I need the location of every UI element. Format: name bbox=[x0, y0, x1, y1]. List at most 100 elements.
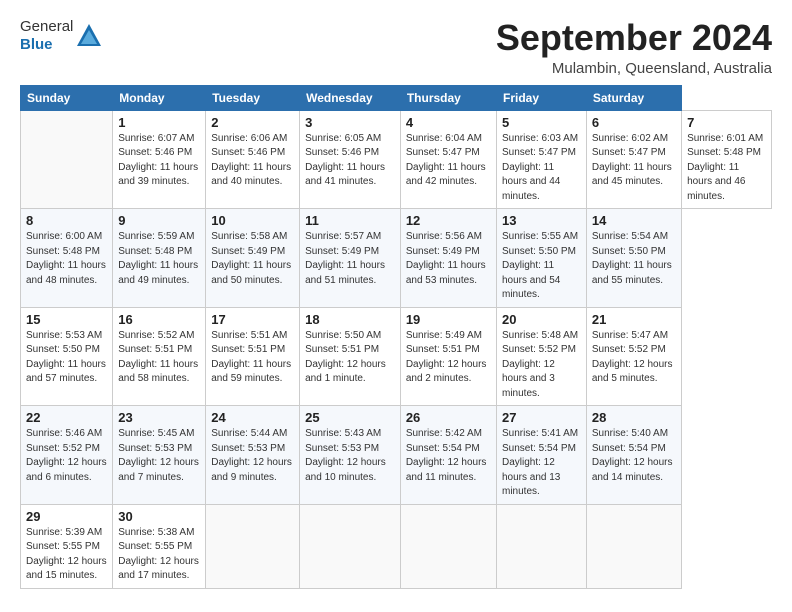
table-row: 26 Sunrise: 5:42 AMSunset: 5:54 PMDaylig… bbox=[400, 406, 496, 505]
logo-general: General bbox=[20, 18, 73, 36]
day-info: Sunrise: 6:02 AMSunset: 5:47 PMDaylight:… bbox=[592, 133, 672, 188]
day-number: 8 bbox=[26, 213, 107, 228]
table-row: 6 Sunrise: 6:02 AMSunset: 5:47 PMDayligh… bbox=[586, 110, 681, 209]
day-number: 28 bbox=[592, 410, 676, 425]
table-row: 16 Sunrise: 5:52 AMSunset: 5:51 PMDaylig… bbox=[113, 307, 206, 406]
table-row: 2 Sunrise: 6:06 AMSunset: 5:46 PMDayligh… bbox=[206, 110, 300, 209]
calendar-week-2: 15 Sunrise: 5:53 AMSunset: 5:50 PMDaylig… bbox=[21, 307, 772, 406]
table-row: 15 Sunrise: 5:53 AMSunset: 5:50 PMDaylig… bbox=[21, 307, 113, 406]
table-row: 11 Sunrise: 5:57 AMSunset: 5:49 PMDaylig… bbox=[300, 209, 401, 308]
col-monday: Monday bbox=[113, 85, 206, 110]
table-row: 8 Sunrise: 6:00 AMSunset: 5:48 PMDayligh… bbox=[21, 209, 113, 308]
header: General Blue September 2024 Mulambin, Qu… bbox=[20, 18, 772, 77]
table-row: 13 Sunrise: 5:55 AMSunset: 5:50 PMDaylig… bbox=[496, 209, 586, 308]
table-row bbox=[400, 504, 496, 588]
col-friday: Friday bbox=[496, 85, 586, 110]
day-info: Sunrise: 5:48 AMSunset: 5:52 PMDaylight:… bbox=[502, 330, 578, 399]
header-row: Sunday Monday Tuesday Wednesday Thursday… bbox=[21, 85, 772, 110]
table-row: 1 Sunrise: 6:07 AMSunset: 5:46 PMDayligh… bbox=[113, 110, 206, 209]
calendar-week-3: 22 Sunrise: 5:46 AMSunset: 5:52 PMDaylig… bbox=[21, 406, 772, 505]
day-number: 7 bbox=[687, 115, 766, 130]
table-row: 27 Sunrise: 5:41 AMSunset: 5:54 PMDaylig… bbox=[496, 406, 586, 505]
table-row: 24 Sunrise: 5:44 AMSunset: 5:53 PMDaylig… bbox=[206, 406, 300, 505]
day-info: Sunrise: 5:56 AMSunset: 5:49 PMDaylight:… bbox=[406, 231, 486, 286]
table-row: 29 Sunrise: 5:39 AMSunset: 5:55 PMDaylig… bbox=[21, 504, 113, 588]
day-info: Sunrise: 5:42 AMSunset: 5:54 PMDaylight:… bbox=[406, 428, 487, 483]
day-number: 24 bbox=[211, 410, 294, 425]
day-info: Sunrise: 5:58 AMSunset: 5:49 PMDaylight:… bbox=[211, 231, 291, 286]
table-row: 25 Sunrise: 5:43 AMSunset: 5:53 PMDaylig… bbox=[300, 406, 401, 505]
day-number: 16 bbox=[118, 312, 200, 327]
day-number: 11 bbox=[305, 213, 395, 228]
table-row: 12 Sunrise: 5:56 AMSunset: 5:49 PMDaylig… bbox=[400, 209, 496, 308]
calendar-table: Sunday Monday Tuesday Wednesday Thursday… bbox=[20, 85, 772, 589]
calendar-week-4: 29 Sunrise: 5:39 AMSunset: 5:55 PMDaylig… bbox=[21, 504, 772, 588]
table-row: 3 Sunrise: 6:05 AMSunset: 5:46 PMDayligh… bbox=[300, 110, 401, 209]
calendar-week-1: 8 Sunrise: 6:00 AMSunset: 5:48 PMDayligh… bbox=[21, 209, 772, 308]
day-info: Sunrise: 5:59 AMSunset: 5:48 PMDaylight:… bbox=[118, 231, 198, 286]
table-row: 30 Sunrise: 5:38 AMSunset: 5:55 PMDaylig… bbox=[113, 504, 206, 588]
table-row: 10 Sunrise: 5:58 AMSunset: 5:49 PMDaylig… bbox=[206, 209, 300, 308]
day-number: 19 bbox=[406, 312, 491, 327]
day-number: 27 bbox=[502, 410, 581, 425]
day-number: 5 bbox=[502, 115, 581, 130]
calendar-page: General Blue September 2024 Mulambin, Qu… bbox=[0, 0, 792, 612]
table-row: 18 Sunrise: 5:50 AMSunset: 5:51 PMDaylig… bbox=[300, 307, 401, 406]
day-info: Sunrise: 5:53 AMSunset: 5:50 PMDaylight:… bbox=[26, 330, 106, 385]
day-number: 6 bbox=[592, 115, 676, 130]
table-row: 22 Sunrise: 5:46 AMSunset: 5:52 PMDaylig… bbox=[21, 406, 113, 505]
day-info: Sunrise: 5:54 AMSunset: 5:50 PMDaylight:… bbox=[592, 231, 672, 286]
table-row: 9 Sunrise: 5:59 AMSunset: 5:48 PMDayligh… bbox=[113, 209, 206, 308]
subtitle: Mulambin, Queensland, Australia bbox=[496, 60, 772, 77]
day-number: 13 bbox=[502, 213, 581, 228]
table-row: 21 Sunrise: 5:47 AMSunset: 5:52 PMDaylig… bbox=[586, 307, 681, 406]
table-row bbox=[300, 504, 401, 588]
table-row bbox=[21, 110, 113, 209]
day-info: Sunrise: 5:41 AMSunset: 5:54 PMDaylight:… bbox=[502, 428, 578, 497]
calendar-body: 1 Sunrise: 6:07 AMSunset: 5:46 PMDayligh… bbox=[21, 110, 772, 588]
day-info: Sunrise: 6:01 AMSunset: 5:48 PMDaylight:… bbox=[687, 133, 763, 202]
table-row: 20 Sunrise: 5:48 AMSunset: 5:52 PMDaylig… bbox=[496, 307, 586, 406]
table-row bbox=[586, 504, 681, 588]
day-info: Sunrise: 6:04 AMSunset: 5:47 PMDaylight:… bbox=[406, 133, 486, 188]
col-thursday: Thursday bbox=[400, 85, 496, 110]
day-info: Sunrise: 5:52 AMSunset: 5:51 PMDaylight:… bbox=[118, 330, 198, 385]
col-wednesday: Wednesday bbox=[300, 85, 401, 110]
col-saturday: Saturday bbox=[586, 85, 681, 110]
day-number: 30 bbox=[118, 509, 200, 524]
table-row: 28 Sunrise: 5:40 AMSunset: 5:54 PMDaylig… bbox=[586, 406, 681, 505]
col-sunday: Sunday bbox=[21, 85, 113, 110]
day-number: 29 bbox=[26, 509, 107, 524]
day-number: 18 bbox=[305, 312, 395, 327]
day-info: Sunrise: 5:57 AMSunset: 5:49 PMDaylight:… bbox=[305, 231, 385, 286]
day-number: 10 bbox=[211, 213, 294, 228]
day-info: Sunrise: 5:46 AMSunset: 5:52 PMDaylight:… bbox=[26, 428, 107, 483]
table-row: 4 Sunrise: 6:04 AMSunset: 5:47 PMDayligh… bbox=[400, 110, 496, 209]
day-info: Sunrise: 5:47 AMSunset: 5:52 PMDaylight:… bbox=[592, 330, 673, 385]
table-row: 14 Sunrise: 5:54 AMSunset: 5:50 PMDaylig… bbox=[586, 209, 681, 308]
table-row: 5 Sunrise: 6:03 AMSunset: 5:47 PMDayligh… bbox=[496, 110, 586, 209]
day-number: 14 bbox=[592, 213, 676, 228]
day-info: Sunrise: 6:07 AMSunset: 5:46 PMDaylight:… bbox=[118, 133, 198, 188]
logo-blue: Blue bbox=[20, 36, 73, 54]
day-number: 15 bbox=[26, 312, 107, 327]
day-number: 9 bbox=[118, 213, 200, 228]
logo-text: General Blue bbox=[20, 18, 73, 54]
logo: General Blue bbox=[20, 18, 103, 54]
day-number: 2 bbox=[211, 115, 294, 130]
logo-icon bbox=[75, 22, 103, 50]
day-info: Sunrise: 6:05 AMSunset: 5:46 PMDaylight:… bbox=[305, 133, 385, 188]
day-info: Sunrise: 5:55 AMSunset: 5:50 PMDaylight:… bbox=[502, 231, 578, 300]
day-number: 1 bbox=[118, 115, 200, 130]
day-info: Sunrise: 6:00 AMSunset: 5:48 PMDaylight:… bbox=[26, 231, 106, 286]
day-number: 26 bbox=[406, 410, 491, 425]
day-info: Sunrise: 5:38 AMSunset: 5:55 PMDaylight:… bbox=[118, 527, 199, 582]
day-info: Sunrise: 5:39 AMSunset: 5:55 PMDaylight:… bbox=[26, 527, 107, 582]
col-tuesday: Tuesday bbox=[206, 85, 300, 110]
title-block: September 2024 Mulambin, Queensland, Aus… bbox=[496, 18, 772, 77]
day-number: 22 bbox=[26, 410, 107, 425]
table-row: 17 Sunrise: 5:51 AMSunset: 5:51 PMDaylig… bbox=[206, 307, 300, 406]
day-info: Sunrise: 5:44 AMSunset: 5:53 PMDaylight:… bbox=[211, 428, 292, 483]
day-info: Sunrise: 5:43 AMSunset: 5:53 PMDaylight:… bbox=[305, 428, 386, 483]
table-row bbox=[206, 504, 300, 588]
